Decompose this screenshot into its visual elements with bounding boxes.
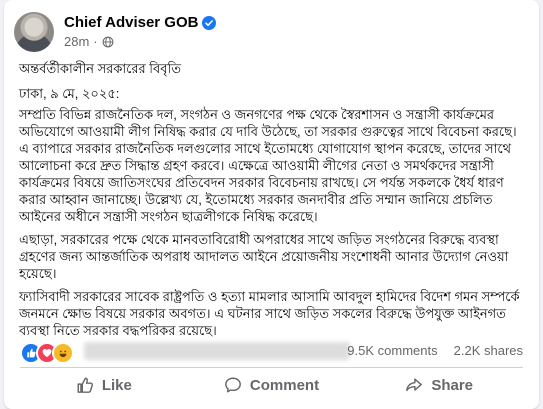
like-button[interactable]: Like (20, 370, 188, 400)
comments-count[interactable]: 9.5K comments (347, 343, 437, 358)
post-header: Chief Adviser GOB 28m · (14, 12, 529, 52)
post-text: অন্তর্বর্তীকালীন সরকারের বিবৃতি ঢাকা, ৯ … (19, 60, 523, 345)
avatar[interactable] (14, 12, 54, 52)
divider (20, 367, 523, 368)
action-bar: Like Comment Share (20, 370, 523, 400)
share-label: Share (431, 376, 474, 394)
verified-badge-icon (202, 15, 217, 30)
redacted-reactors (84, 342, 350, 360)
post-paragraph: এছাড়া, সরকারের পক্ষে থেকে মানবতাবিরোধী … (19, 232, 509, 281)
engagement-counts: 9.5K comments 2.2K shares (347, 343, 523, 358)
haha-reaction-icon (52, 342, 74, 364)
shares-count[interactable]: 2.2K shares (454, 343, 523, 358)
globe-icon[interactable] (102, 36, 114, 48)
reaction-summary[interactable] (20, 342, 74, 364)
share-icon (406, 378, 423, 392)
post-paragraph: সম্প্রতি বিভিন্ন রাজনৈতিক দল, সংগঠন ও জন… (19, 107, 517, 224)
post-dateline: ঢাকা, ৯ মে, ২০২৫: (19, 86, 120, 101)
post-time[interactable]: 28m (64, 34, 89, 49)
comment-button[interactable]: Comment (188, 370, 356, 400)
post-meta: 28m · (64, 34, 114, 49)
author-name[interactable]: Chief Adviser GOB (64, 14, 198, 31)
post-stats: 9.5K comments 2.2K shares (20, 340, 523, 364)
post-paragraph: ফ্যাসিবাদী সরকারের সাবেক রাষ্ট্রপতি ও হত… (19, 289, 520, 338)
thumbs-up-icon (77, 377, 93, 393)
share-button[interactable]: Share (355, 370, 523, 400)
comment-icon (225, 377, 241, 393)
author-row: Chief Adviser GOB (64, 14, 217, 31)
post-headline: অন্তর্বর্তীকালীন সরকারের বিবৃতি (19, 61, 181, 76)
post-card: Chief Adviser GOB 28m · অন্তর্বর্তীকালীন… (4, 0, 539, 409)
like-label: Like (101, 376, 132, 394)
comment-label: Comment (249, 376, 320, 394)
